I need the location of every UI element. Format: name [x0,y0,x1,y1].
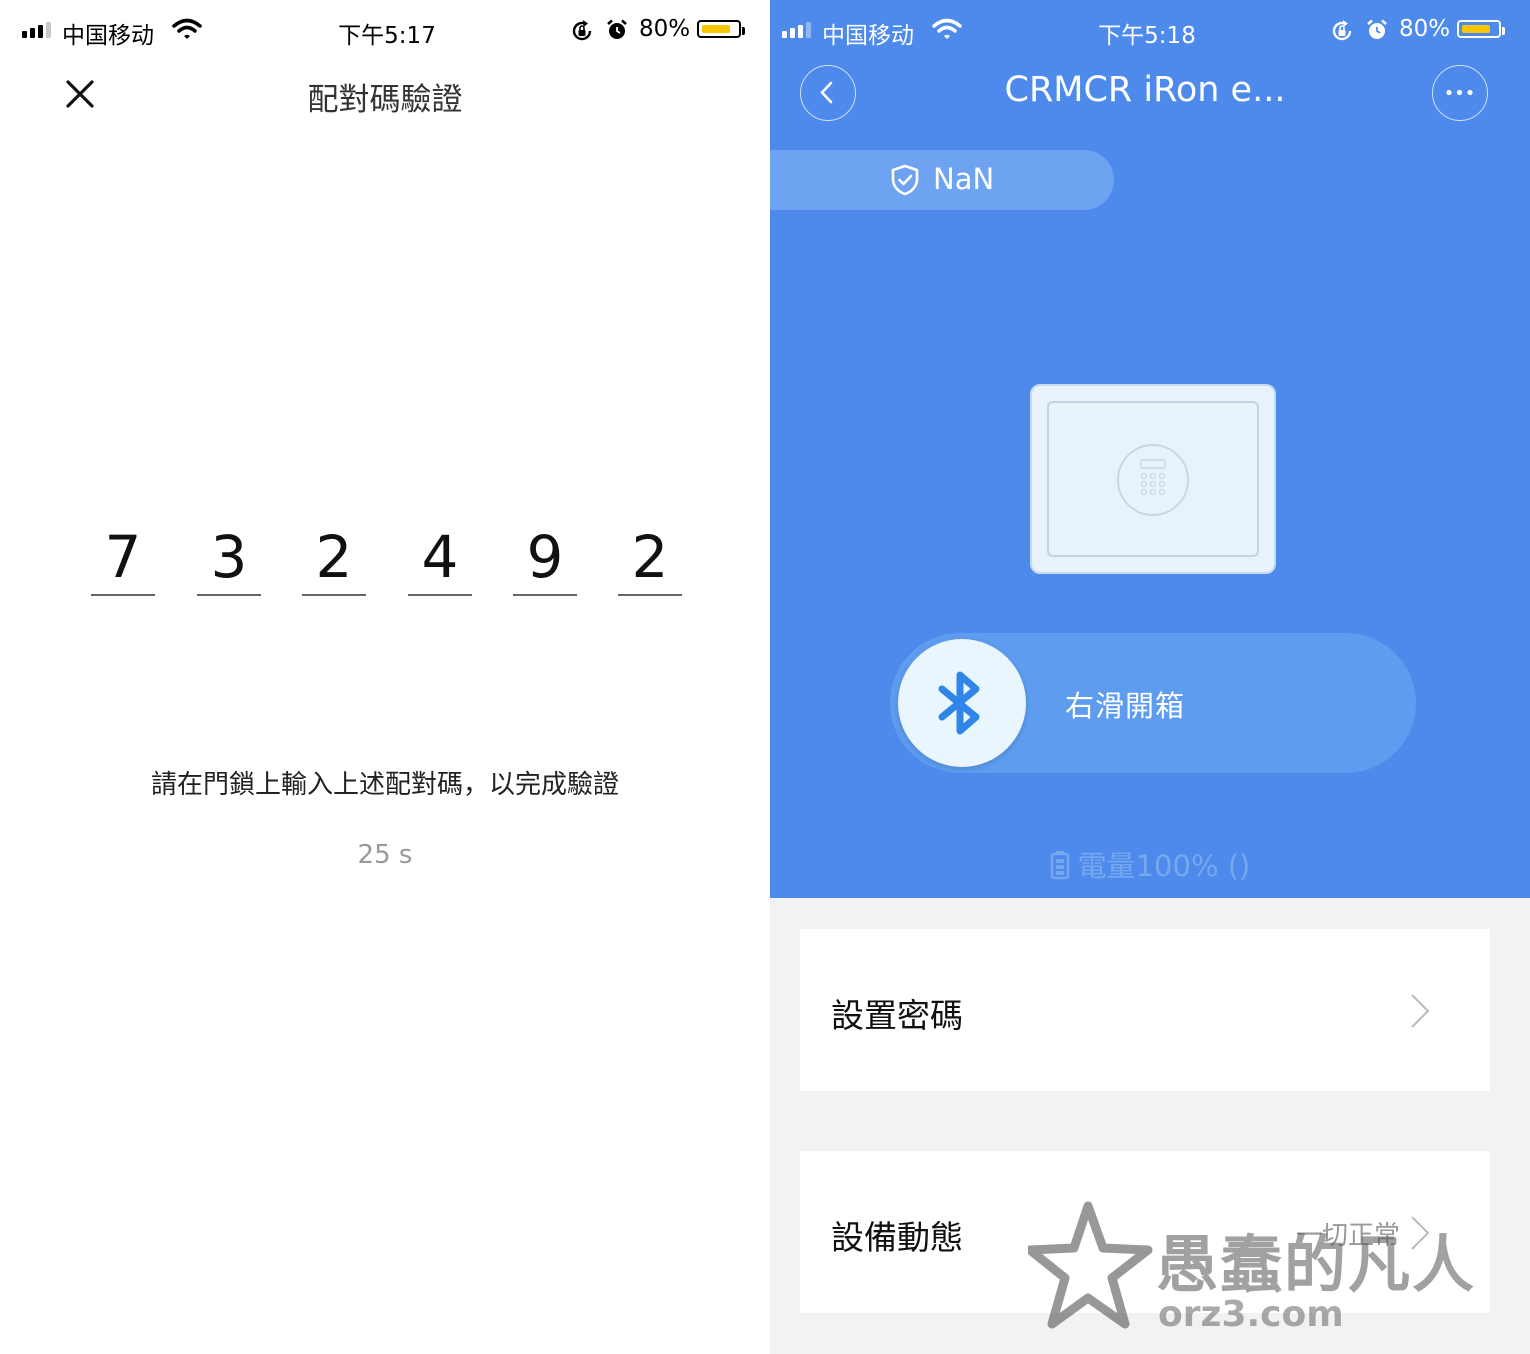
device-battery-status: 電量100% () [770,843,1530,885]
shield-icon [891,164,919,196]
status-time: 下午5:17 [338,23,436,49]
countdown-timer: 25 s [357,840,413,870]
battery-percent: 80% [639,16,691,42]
security-status-text: NaN [933,162,995,196]
safe-image [1030,384,1276,574]
cellular-signal-icon [782,22,811,38]
set-password-row[interactable]: 設置密碼 [800,929,1490,1091]
status-time: 下午5:18 [1098,23,1196,49]
wifi-icon [172,18,202,39]
battery-icon [1457,20,1505,38]
code-digit: 4 [408,524,472,596]
instruction-text: 請在門鎖上輸入上述配對碼，以完成驗證 [150,770,619,800]
alarm-icon [607,19,627,39]
wifi-icon [932,18,962,39]
code-digit: 7 [91,524,155,596]
bluetooth-icon [938,671,980,735]
status-bar: 中国移动 下午5:17 80% [0,0,770,60]
back-icon [820,81,833,104]
device-screen: 中国移动 下午5:18 80% CRMCR iRon e... NaN 右滑開箱… [770,0,1530,1354]
device-activity-row[interactable]: 設備動態 一切正常 [800,1151,1490,1313]
code-digit: 3 [197,524,261,596]
cellular-signal-icon [22,22,51,38]
carrier-name: 中国移动 [822,23,914,49]
alarm-icon [1367,19,1387,39]
slide-to-open-slider[interactable]: 右滑開箱 [890,633,1416,773]
back-button[interactable] [800,65,856,121]
code-digit: 2 [302,524,366,596]
row-label: 設備動態 [831,1218,963,1257]
orientation-lock-icon [572,20,592,41]
code-digit: 2 [618,524,682,596]
page-title: 配對碼驗證 [307,82,463,118]
keypad-icon [1117,444,1189,516]
device-title: CRMCR iRon e... [1004,70,1286,110]
code-digit: 9 [513,524,577,596]
row-value: 一切正常 [1295,1221,1400,1251]
pairing-code-screen: 中国移动 下午5:17 80% 配對碼驗證 7 3 2 4 9 2 請在門鎖上輸… [0,0,770,1354]
row-label: 設置密碼 [831,996,963,1035]
chevron-right-icon [1411,1216,1430,1250]
chevron-right-icon [1411,994,1430,1028]
more-button[interactable] [1432,65,1488,121]
security-status-badge: NaN [770,150,1114,210]
device-battery-text: 電量100% () [1077,849,1251,883]
orientation-lock-icon [1332,20,1352,41]
slider-label: 右滑開箱 [1065,689,1186,723]
slider-knob[interactable] [898,639,1026,767]
battery-icon [697,20,745,38]
battery-icon [1050,851,1069,880]
more-icon [1446,89,1473,96]
status-bar: 中国移动 下午5:18 80% [770,0,1530,60]
battery-percent: 80% [1399,16,1451,42]
carrier-name: 中国移动 [62,23,154,49]
